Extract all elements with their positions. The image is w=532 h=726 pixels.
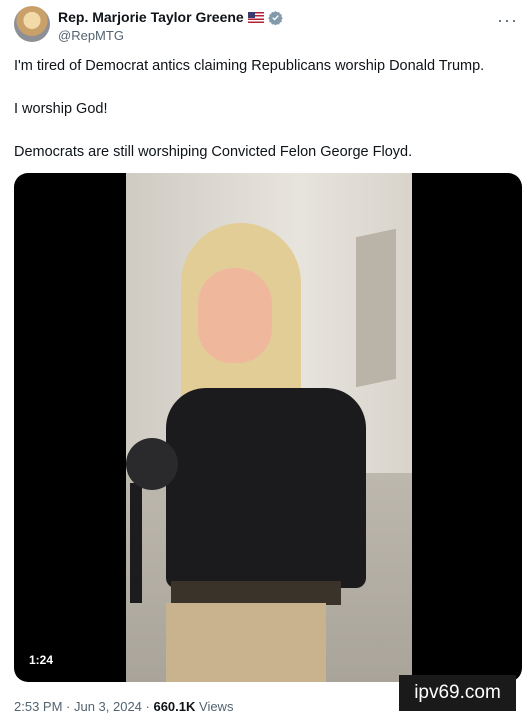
tweet-meta: 2:53 PM · Jun 3, 2024 · 660.1K Views [14,699,233,714]
us-flag-icon [247,11,264,23]
more-options-icon[interactable]: ··· [497,10,518,31]
watermark: ipv69.com [399,675,516,711]
tweet-header: Rep. Marjorie Taylor Greene @RepMTG ··· [14,6,518,46]
tweet-text-line: I'm tired of Democrat antics claiming Re… [14,58,485,74]
video-duration: 1:24 [24,651,59,669]
video-player[interactable]: 1:24 [14,173,522,682]
person-belt [171,581,341,605]
timestamp[interactable]: 2:53 PM · Jun 3, 2024 · [14,699,153,714]
microphone-stick [130,483,142,603]
person-top [166,388,366,588]
tweet-text-line: I worship God! [14,101,108,117]
person-pants [166,603,326,682]
tweet-text-line: Democrats are still worshiping Convicted… [14,144,413,160]
author-name[interactable]: Rep. Marjorie Taylor Greene [58,9,244,25]
person-face [198,268,272,363]
avatar[interactable] [14,6,50,42]
microphone [126,438,178,490]
author-name-row: Rep. Marjorie Taylor Greene [58,9,283,25]
views-label: Views [195,699,234,714]
video-frame[interactable] [126,173,412,682]
verified-badge-icon [267,10,283,25]
author-handle[interactable]: @RepMTG [58,28,124,43]
views-count: 660.1K [153,699,196,714]
wall-molding [356,228,396,388]
